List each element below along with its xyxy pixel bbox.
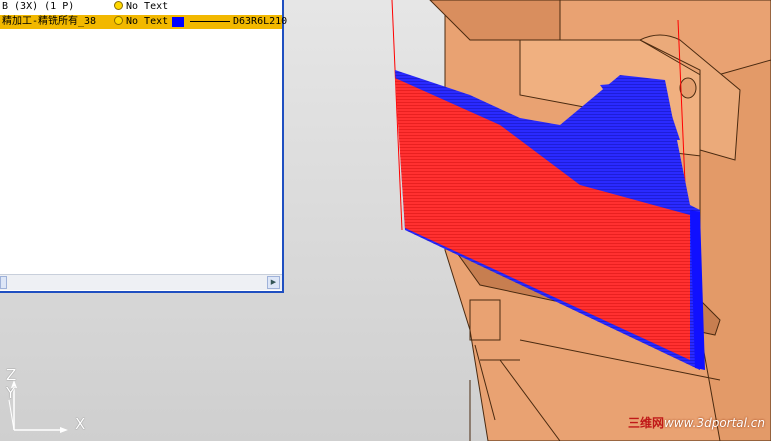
watermark-site: www.3dportal.cn [663, 416, 765, 430]
operation-navigator: B (3X) (1 P) No Text 精加工-精铣所有_38 No Text… [0, 0, 287, 293]
axis-z-label: Z [6, 366, 17, 384]
operation-status: No Text [126, 1, 169, 12]
nav-row-finishing-operation[interactable]: 精加工-精铣所有_38 No Text D63R6L210 [0, 15, 287, 30]
operation-name: 精加工-精铣所有_38 [2, 16, 97, 27]
tool-color-swatch [172, 17, 184, 27]
horizontal-scrollbar[interactable]: ▶ [0, 274, 282, 290]
operation-name: B (3X) (1 P) [2, 1, 75, 12]
operation-status: No Text [126, 16, 169, 27]
watermark: 三维网www.3dportal.cn [628, 414, 765, 431]
axis-x-label: X [75, 415, 86, 433]
scroll-right-arrow-icon[interactable]: ▶ [267, 276, 280, 289]
scroll-left-arrow-icon[interactable] [0, 276, 7, 289]
axis-y-label: Y [6, 384, 16, 402]
tool-name: D63R6L210 [190, 15, 287, 29]
watermark-brand: 三维网 [627, 416, 664, 430]
lightbulb-icon [114, 1, 123, 15]
tool-name-text: D63R6L210 [233, 16, 288, 27]
lightbulb-icon [114, 16, 123, 30]
nav-row-operation-group[interactable]: B (3X) (1 P) No Text [0, 0, 282, 14]
